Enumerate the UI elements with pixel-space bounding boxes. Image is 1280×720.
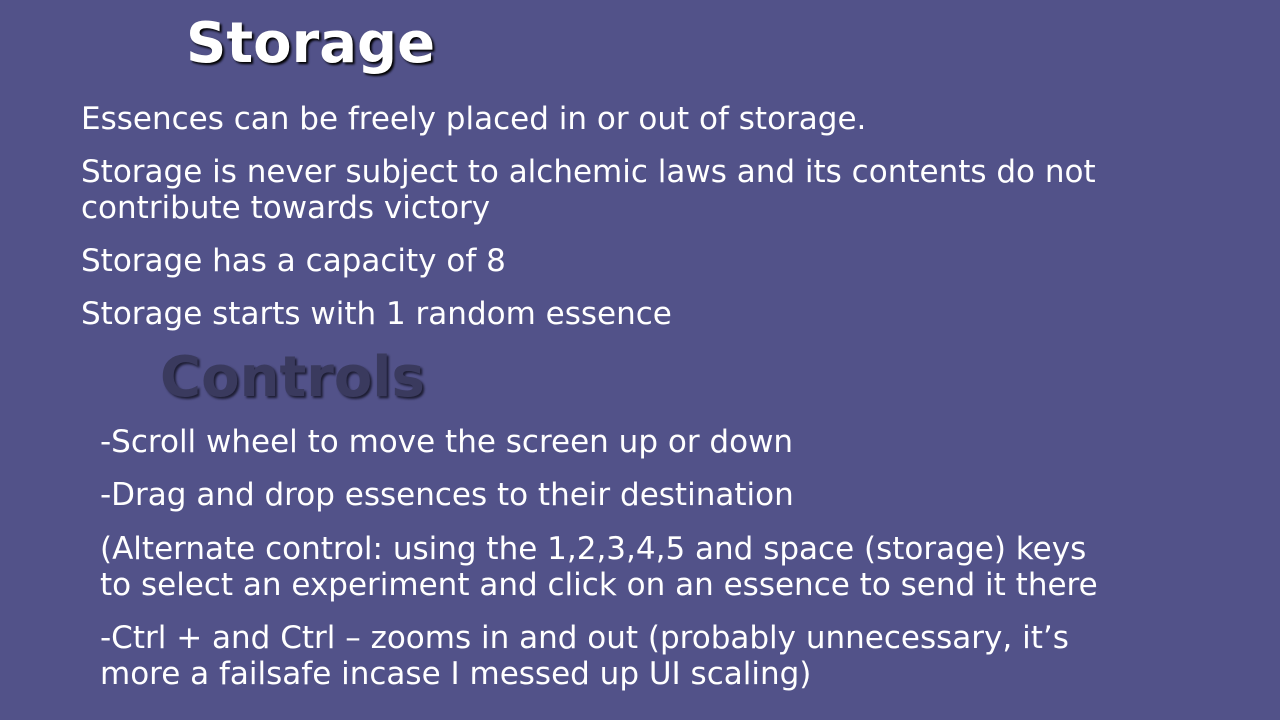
storage-point-start: Storage starts with 1 random essence xyxy=(81,296,672,332)
storage-point-placement: Essences can be freely placed in or out … xyxy=(81,101,866,137)
controls-point-zoom-line-2: more a failsafe incase I messed up UI sc… xyxy=(100,656,812,692)
controls-point-zoom: -Ctrl + and Ctrl – zooms in and out (pro… xyxy=(100,620,1069,692)
controls-point-alternate: (Alternate control: using the 1,2,3,4,5 … xyxy=(100,531,1098,603)
storage-point-alchemic-laws: Storage is never subject to alchemic law… xyxy=(81,154,1096,226)
storage-point-alchemic-laws-line-2: contribute towards victory xyxy=(81,190,491,226)
controls-point-alternate-line-2: to select an experiment and click on an … xyxy=(100,567,1098,603)
controls-point-drag-drop: -Drag and drop essences to their destina… xyxy=(100,477,794,513)
storage-title: Storage xyxy=(186,11,436,76)
controls-point-scroll-text: -Scroll wheel to move the screen up or d… xyxy=(100,424,794,460)
storage-point-start-text: Storage starts with 1 random essence xyxy=(81,296,672,332)
storage-point-capacity: Storage has a capacity of 8 xyxy=(81,243,506,279)
controls-point-drag-drop-text: -Drag and drop essences to their destina… xyxy=(100,477,794,513)
storage-point-alchemic-laws-line-1: Storage is never subject to alchemic law… xyxy=(81,154,1096,190)
storage-point-capacity-text: Storage has a capacity of 8 xyxy=(81,243,506,279)
controls-title: Controls xyxy=(160,345,425,410)
storage-point-placement-text: Essences can be freely placed in or out … xyxy=(81,101,867,137)
controls-point-zoom-line-1: -Ctrl + and Ctrl – zooms in and out (pro… xyxy=(100,620,1069,656)
controls-point-alternate-line-1: (Alternate control: using the 1,2,3,4,5 … xyxy=(100,531,1087,567)
controls-point-scroll: -Scroll wheel to move the screen up or d… xyxy=(100,424,793,460)
